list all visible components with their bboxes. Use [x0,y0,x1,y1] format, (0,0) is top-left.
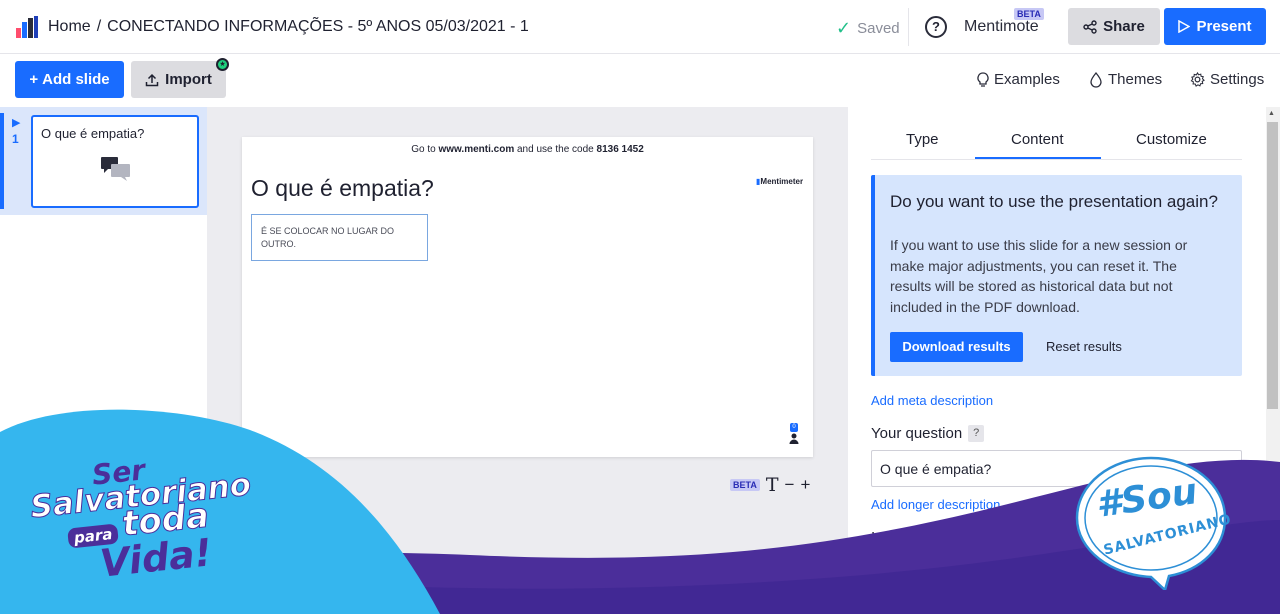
import-label: Import [165,71,212,88]
scroll-up-arrow-icon[interactable]: ▲ [1268,110,1275,117]
header-divider [908,8,909,46]
top-bar: Home / CONECTANDO INFORMAÇÕES - 5º ANOS … [0,0,1280,54]
panel-tabs: Type Content Customize [871,120,1242,160]
text-size-icon[interactable]: T [766,474,779,496]
add-slide-label: Add slide [42,71,110,88]
breadcrumb-separator: / [96,18,102,35]
examples-button[interactable]: Examples [977,71,1060,88]
mentimeter-logo-icon[interactable] [16,16,38,38]
help-icon[interactable]: ? [925,16,947,38]
settings-label: Settings [1210,71,1265,88]
add-meta-description-link[interactable]: Add meta description [871,393,993,408]
saved-label: Saved [857,20,900,37]
share-icon [1083,19,1097,34]
presentation-title[interactable]: CONECTANDO INFORMAÇÕES - 5º ANOS 05/03/2… [107,18,529,36]
join-code: 8136 1452 [596,144,644,155]
question-input[interactable] [871,450,1242,487]
settings-button[interactable]: Settings [1190,71,1264,88]
tab-type[interactable]: Type [906,131,939,148]
scrollbar-thumb[interactable] [1267,122,1278,409]
lightbulb-icon [977,71,989,87]
open-ended-chat-icon [101,157,130,181]
zoom-in-icon[interactable]: + [800,475,810,495]
join-instructions: Go to www.menti.com and use the code 813… [411,144,644,155]
slide-preview[interactable]: Go to www.menti.com and use the code 813… [242,137,813,457]
image-section-label: Image [871,529,913,546]
text-size-beta-badge: BETA [730,479,760,491]
play-icon [1178,20,1191,33]
reset-results-button[interactable]: Reset results [1046,339,1122,354]
slide-question-text: O que é empatia? [251,175,434,201]
breadcrumb: Home / CONECTANDO INFORMAÇÕES - 5º ANOS … [48,18,529,36]
active-tab-indicator [975,157,1101,159]
mentimote-beta-badge: BETA [1014,8,1044,20]
new-feature-star-icon: ★ [216,58,229,71]
import-button[interactable]: Import [131,61,226,98]
gear-icon [1190,72,1205,87]
question-help-icon[interactable]: ? [968,425,985,442]
share-button[interactable]: Share [1068,8,1160,45]
present-button[interactable]: Present [1164,8,1266,45]
mentimeter-brand: ▮Mentimeter [756,177,804,186]
zoom-out-icon[interactable]: − [785,475,795,495]
add-slide-button[interactable]: + Add slide [15,61,124,98]
slide-thumbnail[interactable]: O que é empatia? [31,115,199,208]
audience-counter: 0 [788,423,800,447]
share-label: Share [1103,18,1145,35]
info-card-title: Do you want to use the presentation agai… [890,192,1218,211]
tab-content[interactable]: Content [1011,131,1064,148]
slide-thumbnail-title: O que é empatia? [41,126,145,141]
reset-info-card: Do you want to use the presentation agai… [871,175,1242,376]
slide-play-icon[interactable]: ▶ [12,116,20,129]
add-longer-description-link[interactable]: Add longer description [871,497,1000,512]
download-results-button[interactable]: Download results [890,332,1023,362]
themes-button[interactable]: Themes [1089,71,1162,88]
slide-number: 1 [12,132,19,146]
examples-label: Examples [994,71,1060,88]
saved-status: ✓ Saved [836,18,900,39]
audience-count-badge: 0 [790,423,798,432]
your-question-label: Your question ? [871,425,985,442]
present-label: Present [1196,18,1252,35]
check-icon: ✓ [836,18,852,38]
canvas-tools: BETA T − + [730,474,810,496]
themes-drop-icon [1090,71,1102,88]
info-card-text: If you want to use this slide for a new … [890,237,1188,315]
mentimote-button[interactable]: Mentimote [964,18,1039,36]
answer-card: É SE COLOCAR NO LUGAR DO OUTRO. [251,214,428,261]
themes-label: Themes [1108,71,1163,88]
tab-customize[interactable]: Customize [1136,131,1207,148]
upload-icon [145,73,159,86]
plus-icon: + [29,71,39,88]
person-icon [789,433,799,444]
active-slide-marker [0,113,4,209]
breadcrumb-home[interactable]: Home [48,18,91,36]
join-url: www.menti.com [438,144,515,155]
